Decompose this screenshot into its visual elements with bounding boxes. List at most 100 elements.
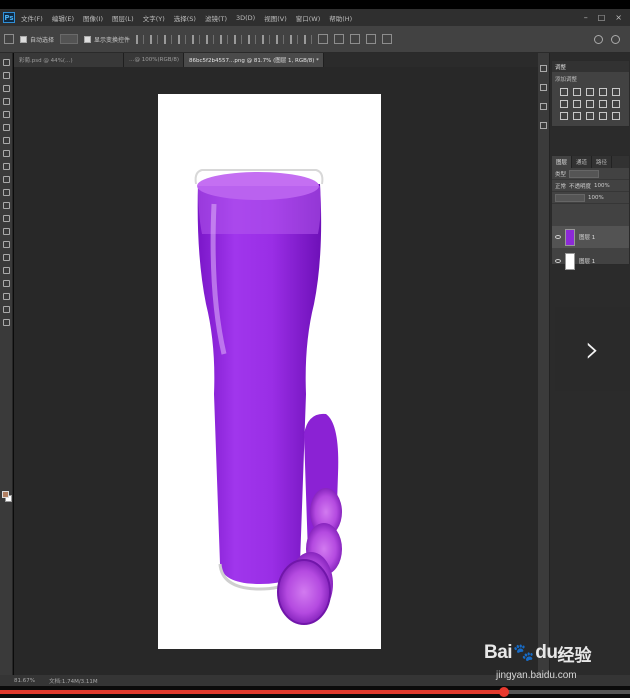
properties-icon[interactable]	[540, 84, 547, 91]
stamp-tool-icon[interactable]	[2, 163, 10, 170]
distribute-top-icon[interactable]	[220, 34, 229, 44]
posterize-icon[interactable]	[573, 112, 581, 120]
menu-filter[interactable]: 滤镜(T)	[205, 13, 227, 23]
color-balance-icon[interactable]	[573, 100, 581, 108]
history-brush-tool-icon[interactable]	[2, 176, 10, 183]
tab-layers[interactable]: 图层	[552, 156, 573, 168]
workspace-icon[interactable]	[611, 34, 620, 44]
3d-mode-icon[interactable]	[318, 34, 329, 44]
hand-tool-icon[interactable]	[2, 293, 10, 300]
eraser-tool-icon[interactable]	[2, 189, 10, 196]
hue-saturation-icon[interactable]	[560, 100, 568, 108]
visibility-eye-icon[interactable]	[555, 235, 561, 239]
menu-select[interactable]: 选择(S)	[174, 13, 196, 23]
maximize-icon[interactable]: □	[598, 13, 606, 22]
layer-row-1[interactable]: 图层 1	[552, 226, 629, 248]
eyedropper-tool-icon[interactable]	[2, 124, 10, 131]
gradient-tool-icon[interactable]	[2, 202, 10, 209]
dodge-tool-icon[interactable]	[2, 228, 10, 235]
character-icon[interactable]	[540, 103, 547, 110]
marquee-tool-icon[interactable]	[2, 72, 10, 79]
healing-tool-icon[interactable]	[2, 137, 10, 144]
menu-file[interactable]: 文件(F)	[21, 13, 43, 23]
move-tool-icon[interactable]	[2, 59, 10, 66]
paragraph-icon[interactable]	[540, 122, 547, 129]
auto-select-dropdown[interactable]	[60, 34, 79, 44]
invert-icon[interactable]	[560, 112, 568, 120]
3d-pan-icon[interactable]	[366, 34, 377, 44]
distribute-bottom-icon[interactable]	[248, 34, 257, 44]
document-canvas[interactable]	[158, 94, 381, 649]
menu-image[interactable]: 图像(I)	[83, 13, 103, 23]
distribute-left-icon[interactable]	[262, 34, 271, 44]
align-left-icon[interactable]	[136, 34, 145, 44]
threshold-icon[interactable]	[586, 112, 594, 120]
lasso-tool-icon[interactable]	[2, 85, 10, 92]
crop-tool-icon[interactable]	[2, 111, 10, 118]
shape-tool-icon[interactable]	[2, 280, 10, 287]
canvas-area[interactable]	[14, 67, 538, 675]
menu-view[interactable]: 视图(V)	[264, 13, 287, 23]
tab-channels[interactable]: 通道	[572, 156, 593, 168]
adjustments-tab[interactable]: 调整	[552, 61, 629, 72]
move-tool-icon[interactable]	[4, 34, 14, 44]
photo-filter-icon[interactable]	[599, 100, 607, 108]
tab-document-1[interactable]: 彩葡.psd @ 44%(…)	[14, 53, 124, 67]
3d-slide-icon[interactable]	[382, 34, 393, 44]
levels-icon[interactable]	[573, 88, 581, 96]
menu-window[interactable]: 窗口(W)	[296, 13, 321, 23]
type-tool-icon[interactable]	[2, 254, 10, 261]
kind-filter-label[interactable]: 类型	[555, 170, 566, 178]
menu-edit[interactable]: 编辑(E)	[52, 13, 74, 23]
distribute-center-icon[interactable]	[276, 34, 285, 44]
align-center-icon[interactable]	[150, 34, 159, 44]
menu-help[interactable]: 帮助(H)	[329, 13, 352, 23]
align-right-icon[interactable]	[164, 34, 173, 44]
video-progress-handle[interactable]	[499, 687, 509, 697]
vibrance-icon[interactable]	[612, 88, 620, 96]
gradient-map-icon[interactable]	[599, 112, 607, 120]
align-middle-icon[interactable]	[192, 34, 201, 44]
blur-tool-icon[interactable]	[2, 215, 10, 222]
history-icon[interactable]	[540, 65, 547, 72]
pen-tool-icon[interactable]	[2, 241, 10, 248]
tab-document-active[interactable]: 86bc5f2b4557…png @ 81.7% (图层 1, RGB/8) *	[184, 53, 324, 67]
zoom-level[interactable]: 81.67%	[14, 678, 35, 684]
menu-3d[interactable]: 3D(D)	[236, 14, 255, 22]
exposure-icon[interactable]	[599, 88, 607, 96]
visibility-eye-icon[interactable]	[555, 259, 561, 263]
brightness-icon[interactable]	[560, 88, 568, 96]
close-icon[interactable]: ×	[615, 13, 622, 22]
quick-select-tool-icon[interactable]	[2, 98, 10, 105]
curves-icon[interactable]	[586, 88, 594, 96]
tab-paths[interactable]: 路径	[592, 156, 613, 168]
layer-filter-icons[interactable]	[569, 169, 600, 178]
auto-select-checkbox[interactable]	[20, 35, 27, 43]
minimize-icon[interactable]: –	[584, 13, 588, 22]
opacity-value[interactable]: 100%	[594, 183, 610, 189]
auto-align-icon[interactable]	[304, 34, 313, 44]
3d-rotate-icon[interactable]	[334, 34, 345, 44]
lock-icons[interactable]	[555, 193, 585, 202]
tab-document-2[interactable]: …@ 100%(RGB/8)	[124, 53, 184, 67]
search-icon[interactable]	[594, 34, 603, 44]
more-tools-icon[interactable]	[2, 319, 10, 326]
align-top-icon[interactable]	[178, 34, 187, 44]
brush-tool-icon[interactable]	[2, 150, 10, 157]
distribute-right-icon[interactable]	[290, 34, 299, 44]
menu-layer[interactable]: 图层(L)	[112, 13, 134, 23]
distribute-middle-icon[interactable]	[234, 34, 243, 44]
show-transform-checkbox[interactable]	[84, 35, 92, 43]
black-white-icon[interactable]	[586, 100, 594, 108]
3d-roll-icon[interactable]	[350, 34, 361, 44]
align-bottom-icon[interactable]	[206, 34, 215, 44]
path-select-tool-icon[interactable]	[2, 267, 10, 274]
fill-value[interactable]: 100%	[588, 195, 604, 201]
next-slide-button[interactable]: ›	[555, 307, 630, 391]
selective-color-icon[interactable]	[612, 112, 620, 120]
foreground-color-swatch[interactable]	[2, 491, 9, 498]
blend-mode-select[interactable]: 正常	[555, 182, 566, 190]
zoom-tool-icon[interactable]	[2, 306, 10, 313]
layer-row-2[interactable]: 图层 1	[552, 250, 629, 272]
channel-mixer-icon[interactable]	[612, 100, 620, 108]
